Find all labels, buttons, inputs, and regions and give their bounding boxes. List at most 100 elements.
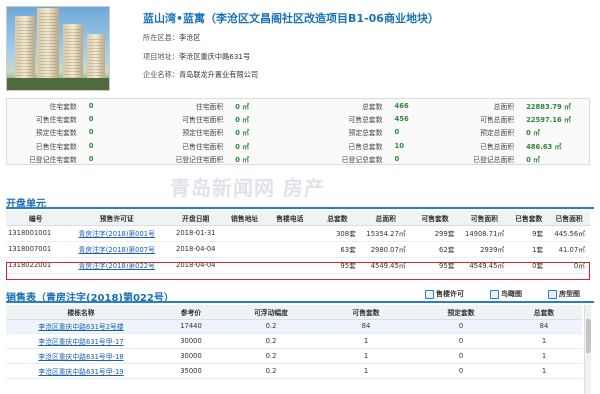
building-link[interactable]: 李沧区重庆中路631号甲-19 <box>38 368 123 376</box>
unit-cell: 62套 <box>410 241 460 258</box>
building-cell: 0 <box>416 333 506 350</box>
stat-value: 456 <box>394 115 409 124</box>
project-photo <box>6 6 110 91</box>
stat-label: 已登记总套数 <box>341 156 383 165</box>
stat-value: 0 ㎡ <box>526 156 540 165</box>
unit-row[interactable]: 1318007001 青房注字(2018)第007号 2018-04-04 63套 29… <box>6 241 590 258</box>
building-cell: 30000 <box>156 348 226 364</box>
unit-cell <box>223 241 266 258</box>
company-info: 企业名称：青岛联龙升置业有限公司 <box>143 70 259 79</box>
units-col-header: 已售面积 <box>548 211 590 226</box>
sales-divider <box>6 301 594 303</box>
sales-col-header: 可售套数 <box>316 305 416 320</box>
building-row[interactable]: 李沧区重庆中路631号甲-17 30000 0.2 1 0 1 <box>6 333 582 350</box>
building-cell: 0 <box>416 348 506 364</box>
building-cell: 李沧区重庆中路631号甲-19 <box>6 363 156 379</box>
stat-value: 0 ㎡ <box>235 142 250 151</box>
building-cell: 1 <box>506 363 582 379</box>
sales-scrollbar[interactable] <box>584 305 591 394</box>
stat-value: 22883.79 ㎡ <box>526 102 571 111</box>
floor-plan-icon <box>548 289 557 299</box>
unit-cell <box>265 225 314 242</box>
sales-col-header: 楼栋名称 <box>6 305 156 320</box>
building-cell: 0 <box>416 319 506 335</box>
units-col-header: 可售套数 <box>410 211 460 226</box>
unit-cell: 63套 <box>313 241 361 258</box>
unit-cell: 2939㎡ <box>459 241 510 258</box>
building-cell: 1 <box>316 363 416 379</box>
units-col-header: 售楼电话 <box>265 211 314 226</box>
sales-col-header: 总套数 <box>506 305 582 320</box>
stat-value: 0 <box>88 141 94 150</box>
license-icon <box>425 289 434 299</box>
license-link[interactable]: 售楼许可 <box>425 289 464 299</box>
stats-panel: 住宅套数 0 住宅面积 0 ㎡总套数 466 总面积 22883.79 ㎡可售住宅套数 0 可售… <box>6 98 590 165</box>
stat-label: 可售总套数 <box>348 116 383 125</box>
unit-cell: 9套 <box>509 225 549 242</box>
aerial-view-icon <box>490 289 499 299</box>
stat-value: 0 <box>88 128 94 137</box>
building-cell: 35000 <box>156 363 226 379</box>
building-cell: 84 <box>506 319 582 335</box>
unit-cell: 308套 <box>313 225 361 242</box>
stat-value: 486.63 ㎡ <box>526 142 562 151</box>
sales-col-header: 参考价 <box>156 305 226 320</box>
building-cell: 0.2 <box>226 333 316 350</box>
building-link[interactable]: 李沧区重庆中路631号2号楼 <box>38 323 123 331</box>
unit-cell: 445.56㎡ <box>548 225 590 242</box>
unit-cell: 1318001001 <box>6 225 66 242</box>
stat-value: 0 <box>88 115 94 124</box>
building-link[interactable]: 李沧区重庆中路631号甲-18 <box>38 353 123 361</box>
permit-link[interactable]: 青房注字(2018)第007号 <box>79 246 155 254</box>
stat-value: 0 ㎡ <box>235 116 250 125</box>
building-cell: 84 <box>316 319 416 335</box>
project-title: 蓝山湾•蓝寓（李沧区文昌阁社区改造项目B1-06商业地块） <box>143 12 439 25</box>
stat-value: 0 ㎡ <box>235 102 250 111</box>
unit-row[interactable]: 1318001001 青房注字(2018)第001号 2018-01-31 308套 1… <box>6 225 590 242</box>
stats-row: 已售住宅套数 0 已售住宅面积 0 ㎡ 已售总套数 10 已售总面积 486.63 ㎡ <box>7 139 589 152</box>
stat-label: 可售住宅套数 <box>35 116 77 125</box>
units-col-header: 已售套数 <box>509 211 549 226</box>
units-col-header: 预售许可证 <box>65 211 169 226</box>
unit-cell: 41.07㎡ <box>548 241 590 258</box>
stat-value: 466 <box>394 101 409 110</box>
building-cell: 李沧区重庆中路631号2号楼 <box>6 319 156 335</box>
building-row[interactable]: 李沧区重庆中路631号2号楼 17440 0.2 84 0 84 <box>6 319 582 335</box>
stats-row: 住宅套数 0 住宅面积 0 ㎡ 总套数 466 总面积 22883.79 ㎡ <box>7 99 589 112</box>
scrollbar-thumb[interactable] <box>586 319 591 353</box>
units-col-header: 开盘日期 <box>168 211 224 226</box>
stat-label: 预定总面积 <box>480 129 515 138</box>
stat-value: 0 <box>394 155 400 164</box>
building-cell: 30000 <box>156 333 226 350</box>
stat-label: 已登记住宅套数 <box>29 156 77 165</box>
stat-value: 22597.16 ㎡ <box>526 116 571 125</box>
site-watermark: 青岛新闻网 房产 <box>170 176 325 200</box>
stat-label: 预定住宅面积 <box>182 129 224 138</box>
stat-label: 住宅套数 <box>49 102 77 111</box>
building-cell: 李沧区重庆中路631号甲-18 <box>6 348 156 364</box>
building-row[interactable]: 李沧区重庆中路631号甲-19 35000 0.2 1 0 1 <box>6 363 582 379</box>
permit-link[interactable]: 青房注字(2018)第001号 <box>79 230 155 238</box>
unit-cell: 青房注字(2018)第007号 <box>65 241 169 258</box>
floor-plan-link[interactable]: 房型图 <box>548 289 580 299</box>
units-col-header: 总套数 <box>313 211 361 226</box>
stats-row: 可售住宅套数 0 可售住宅面积 0 ㎡ 可售总套数 456 可售总面积 22597.16 ㎡ <box>7 112 589 125</box>
units-col-header: 可售面积 <box>459 211 510 226</box>
stat-label: 可售住宅面积 <box>182 116 224 125</box>
stat-label: 可售总面积 <box>480 116 515 125</box>
building-row[interactable]: 李沧区重庆中路631号甲-18 30000 0.2 1 0 1 <box>6 348 582 364</box>
building-cell: 0.2 <box>226 319 316 335</box>
building-cell: 1 <box>506 348 582 364</box>
stat-value: 10 <box>394 141 404 150</box>
stat-label: 已登记住宅面积 <box>175 156 224 165</box>
stat-value: 0 ㎡ <box>235 156 250 165</box>
stat-value: 0 <box>88 101 94 110</box>
building-link[interactable]: 李沧区重庆中路631号甲-17 <box>38 338 123 346</box>
unit-cell: 青房注字(2018)第001号 <box>65 225 169 242</box>
stat-label: 已登记总面积 <box>473 156 515 165</box>
unit-cell: 2980.07㎡ <box>360 241 411 258</box>
stats-row: 预定住宅套数 0 预定住宅面积 0 ㎡ 预定总套数 0 预定总面积 0 ㎡ <box>7 126 589 139</box>
unit-cell: 2018-04-04 <box>168 241 224 258</box>
aerial-view-link[interactable]: 鸟瞰图 <box>490 289 522 299</box>
stat-label: 预定住宅套数 <box>35 129 77 138</box>
